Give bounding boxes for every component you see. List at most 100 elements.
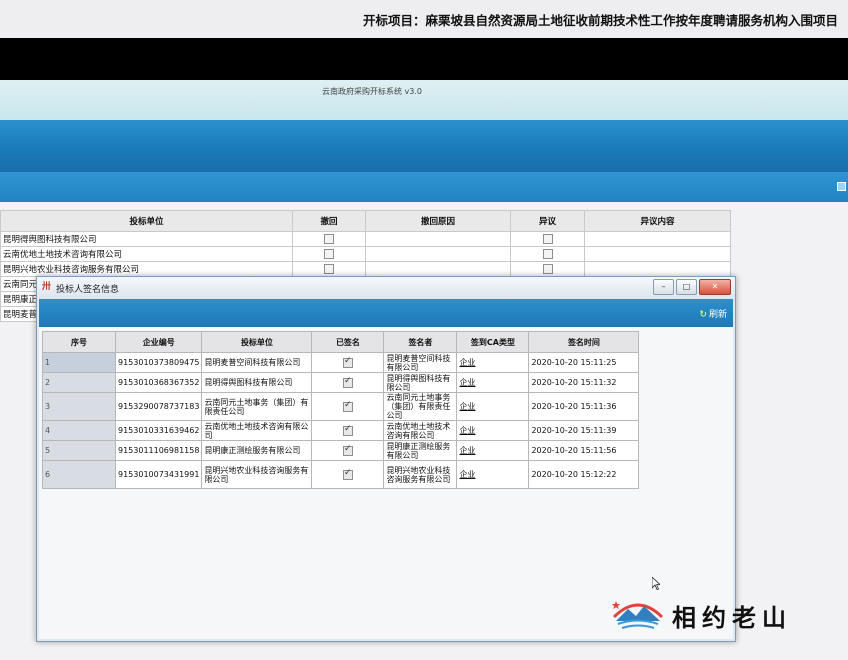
sign-time: 2020-10-20 15:11:32 — [528, 372, 640, 393]
table-row[interactable]: 3 9153290078737183 云南同元土地事务（集团）有限责任公司 云南… — [42, 392, 640, 421]
table-row[interactable]: 2 9153010368367352 昆明得舆图科技有限公司 昆明得舆图科技有限… — [42, 372, 640, 393]
row-index: 6 — [42, 460, 116, 489]
column-header: 异议内容 — [584, 210, 731, 232]
company-code: 9153010368367352 — [114, 372, 203, 393]
signer: 昆明康正测绘服务有限公司 — [383, 440, 458, 461]
refresh-icon: ↻ — [699, 310, 707, 320]
column-header: 撤回 — [292, 210, 366, 232]
column-header: 投标单位 — [201, 331, 313, 353]
table-row[interactable]: 昆明兴地农业科技咨询服务有限公司 — [0, 261, 731, 277]
brand-watermark: 相约老山 — [672, 603, 792, 632]
sign-time: 2020-10-20 15:11:25 — [528, 352, 640, 373]
signature-table: 序号 企业编号 投标单位 已签名 签名者 签到CA类型 签名时间 1 91530… — [42, 331, 640, 489]
row-index: 3 — [42, 392, 116, 421]
dialog-titlebar[interactable]: 卅 投标人签名信息 – □ ✕ — [37, 277, 735, 299]
company-code: 9153011106981158 — [114, 440, 203, 461]
objection-content-cell[interactable] — [584, 246, 731, 262]
row-index: 5 — [42, 440, 116, 461]
table-row[interactable]: 4 9153010331639462 云南优地土地技术咨询有限公司 云南优地土地… — [42, 420, 640, 441]
bidder-unit: 昆明麦普空间科技有限公司 — [201, 352, 313, 373]
company-code: 9153010373809475 — [114, 352, 203, 373]
column-header: 序号 — [42, 331, 116, 353]
table-row[interactable]: 5 9153011106981158 昆明康正测绘服务有限公司 昆明康正测绘服务… — [42, 440, 640, 461]
bidder-unit: 昆明得舆图科技有限公司 — [201, 372, 313, 393]
app-icon: 卅 — [42, 282, 52, 292]
system-title: 云南政府采购开标系统 v3.0 — [322, 87, 422, 96]
objection-checkbox[interactable] — [542, 263, 553, 274]
sign-time: 2020-10-20 15:11:39 — [528, 420, 640, 441]
signature-dialog: 卅 投标人签名信息 – □ ✕ ↻ 刷新 序号 企业编号 投标单位 已签名 签名者… — [36, 276, 736, 642]
column-header: 投标单位 — [0, 210, 293, 232]
blue-subheader — [0, 172, 848, 202]
bidder-name: 昆明得舆图科技有限公司 — [0, 231, 293, 247]
row-index: 2 — [42, 372, 116, 393]
column-header: 已签名 — [311, 331, 385, 353]
withdraw-reason-cell[interactable] — [365, 246, 511, 262]
withdraw-checkbox[interactable] — [324, 248, 334, 259]
withdraw-checkbox[interactable] — [324, 233, 334, 244]
company-code: 9153010073431991 — [114, 460, 203, 489]
blue-header — [0, 120, 848, 172]
objection-content-cell[interactable] — [584, 231, 731, 247]
top-bar: 开标项目：麻栗坡县自然资源局土地征收前期技术性工作按年度聘请服务机构入围项目 — [0, 0, 848, 38]
withdraw-reason-cell[interactable] — [365, 231, 511, 247]
ca-type-link[interactable]: 企业 — [459, 358, 475, 367]
table-row[interactable]: 云南优地土地技术咨询有限公司 — [0, 246, 731, 262]
ca-type-link[interactable]: 企业 — [459, 470, 475, 479]
table-row[interactable]: 昆明得舆图科技有限公司 — [0, 231, 731, 247]
row-index: 4 — [42, 420, 116, 441]
ca-type-link[interactable]: 企业 — [459, 402, 475, 411]
signer: 昆明麦普空间科技有限公司 — [383, 352, 458, 373]
dialog-body: 序号 企业编号 投标单位 已签名 签名者 签到CA类型 签名时间 1 91530… — [39, 327, 733, 639]
company-code: 9153290078737183 — [114, 392, 203, 421]
bidder-unit: 云南优地土地技术咨询有限公司 — [201, 420, 313, 441]
sign-time: 2020-10-20 15:12:22 — [528, 460, 640, 489]
dialog-title: 投标人签名信息 — [56, 285, 120, 295]
bidder-name: 云南优地土地技术咨询有限公司 — [0, 246, 293, 262]
window-icon[interactable] — [837, 182, 846, 191]
minimize-button[interactable]: – — [653, 279, 674, 295]
column-header: 签名时间 — [528, 331, 640, 353]
bidder-name: 昆明兴地农业科技咨询服务有限公司 — [0, 261, 293, 277]
ca-type-link[interactable]: 企业 — [459, 426, 475, 435]
column-header: 签到CA类型 — [456, 331, 530, 353]
column-header: 撤回原因 — [365, 210, 511, 232]
project-title: 开标项目：麻栗坡县自然资源局土地征收前期技术性工作按年度聘请服务机构入围项目 — [362, 13, 838, 28]
system-banner: 云南政府采购开标系统 v3.0 — [0, 80, 848, 120]
objection-content-cell[interactable] — [584, 261, 731, 277]
objection-checkbox[interactable] — [542, 233, 553, 244]
objection-checkbox[interactable] — [542, 248, 553, 259]
mouse-cursor-icon — [652, 577, 660, 590]
signed-checkbox[interactable] — [342, 468, 353, 480]
withdraw-checkbox[interactable] — [324, 263, 334, 274]
column-header: 签名者 — [383, 331, 458, 353]
bidder-unit: 昆明兴地农业科技咨询服务有限公司 — [201, 460, 313, 489]
signed-checkbox[interactable] — [342, 444, 353, 456]
dialog-toolbar: ↻ 刷新 — [39, 299, 733, 327]
close-button[interactable]: ✕ — [699, 279, 731, 295]
table-row[interactable]: 1 9153010373809475 昆明麦普空间科技有限公司 昆明麦普空间科技… — [42, 352, 640, 373]
sign-time: 2020-10-20 15:11:56 — [528, 440, 640, 461]
row-index: 1 — [42, 352, 116, 373]
refresh-label: 刷新 — [708, 310, 727, 320]
signer: 昆明得舆图科技有限公司 — [383, 372, 458, 393]
signer: 云南同元土地事务（集团）有限责任公司 — [383, 392, 458, 421]
table-row[interactable]: 6 9153010073431991 昆明兴地农业科技咨询服务有限公司 昆明兴地… — [42, 460, 640, 489]
black-band — [0, 38, 848, 80]
ca-type-link[interactable]: 企业 — [459, 446, 475, 455]
column-header: 异议 — [510, 210, 585, 232]
signer: 云南优地土地技术咨询有限公司 — [383, 420, 458, 441]
signed-checkbox[interactable] — [342, 376, 353, 388]
refresh-button[interactable]: ↻ 刷新 — [699, 307, 727, 320]
signed-checkbox[interactable] — [342, 356, 353, 368]
signed-checkbox[interactable] — [342, 424, 353, 436]
sign-time: 2020-10-20 15:11:36 — [528, 392, 640, 421]
ca-type-link[interactable]: 企业 — [459, 378, 475, 387]
signer: 昆明兴地农业科技咨询服务有限公司 — [383, 460, 458, 489]
signed-checkbox[interactable] — [342, 400, 353, 412]
maximize-button[interactable]: □ — [676, 279, 697, 295]
company-code: 9153010331639462 — [114, 420, 203, 441]
mountain-logo-icon — [612, 601, 664, 629]
withdraw-reason-cell[interactable] — [365, 261, 511, 277]
column-header: 企业编号 — [114, 331, 203, 353]
